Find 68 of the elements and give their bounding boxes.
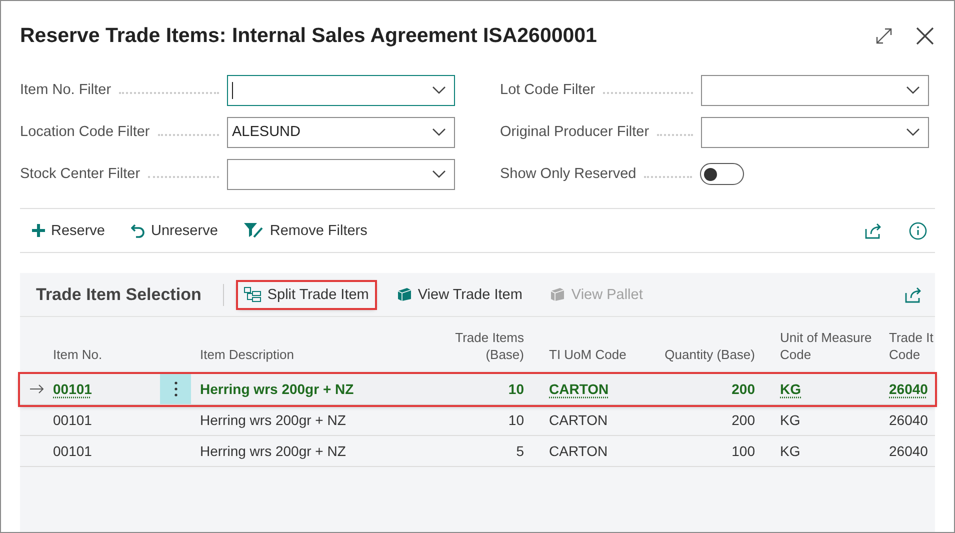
chevron-down-icon[interactable] [906, 128, 920, 136]
cube-icon [550, 287, 566, 302]
table-cell-text: 200 [730, 412, 755, 428]
table-cell-text: 10 [507, 412, 524, 428]
field-label: Show Only Reserved [500, 166, 636, 182]
dropdown-field[interactable] [227, 158, 455, 190]
table-cell-text: Herring wrs 200gr + NZ [199, 443, 347, 459]
table-cell-text: 00101 [53, 412, 93, 428]
share-icon[interactable] [905, 286, 923, 302]
table-cell-text: CARTON [548, 443, 609, 459]
cube-icon [396, 287, 412, 302]
field-label: Original Producer Filter [500, 124, 650, 140]
table-row[interactable]: 00101 Herring wrs 200gr + NZ 10 CARTON 200 KG 26040 [20, 405, 935, 436]
table-cell-text: 5 [515, 443, 524, 459]
share-icon[interactable] [865, 222, 883, 238]
column-header[interactable]: Unit of Measure Code [755, 328, 886, 374]
table-cell-text: Herring wrs 200gr + NZ [199, 381, 355, 397]
table-cell-text: CARTON [548, 381, 610, 397]
toggle-switch[interactable] [700, 163, 744, 185]
action-button[interactable]: Reserve [32, 218, 111, 242]
info-icon[interactable] [909, 222, 927, 240]
column-header[interactable]: Trade It Code [886, 328, 936, 374]
table-cell-text: 26040 [888, 381, 929, 397]
column-header[interactable]: Item Description [191, 346, 441, 374]
arrow-right-icon [30, 384, 44, 394]
field-label: Stock Center Filter [20, 166, 140, 182]
window-title: Reserve Trade Items: Internal Sales Agreement ISA2600001 [20, 24, 598, 48]
table-cell-text: 100 [730, 443, 755, 459]
table-cell-text: 26040 [888, 412, 929, 428]
table-cell-text: 00101 [53, 443, 93, 459]
chevron-down-icon[interactable] [432, 86, 446, 94]
dropdown-field[interactable] [701, 74, 929, 106]
table-cell-text: Herring wrs 200gr + NZ [199, 412, 347, 428]
action-button[interactable]: Remove Filters [244, 218, 374, 243]
table-cell-text: 200 [730, 381, 755, 397]
expand-icon[interactable] [875, 27, 893, 45]
chevron-down-icon[interactable] [906, 86, 920, 94]
filter-icon [244, 222, 264, 239]
action-button[interactable]: View Trade Item [390, 282, 528, 308]
table-cell-text: KG [779, 412, 802, 428]
table-cell-text: CARTON [548, 412, 609, 428]
split-icon [244, 287, 262, 302]
table-cell-text: KG [779, 443, 802, 459]
field-label: Location Code Filter [20, 124, 150, 140]
chevron-down-icon[interactable] [432, 170, 446, 178]
table-cell-text: 00101 [53, 381, 93, 397]
table-row[interactable]: 00101 Herring wrs 200gr + NZ 5 CARTON 100 KG 26040 [20, 436, 935, 467]
column-header[interactable]: Quantity (Base) [641, 346, 755, 374]
action-button[interactable]: Unreserve [131, 218, 224, 242]
part-title: Trade Item Selection [36, 284, 202, 304]
close-icon[interactable] [915, 26, 935, 46]
column-header[interactable]: Item No. [53, 346, 160, 374]
dropdown-field[interactable] [227, 74, 455, 106]
column-header[interactable]: Trade Items (Base) [441, 328, 524, 374]
field-label: Lot Code Filter [500, 82, 596, 98]
table-row[interactable]: 00101 Herring wrs 200gr + NZ 10 CARTON 200 KG 26040 [20, 374, 935, 405]
table-cell-text: 10 [507, 381, 524, 397]
field-label: Item No. Filter [20, 82, 112, 98]
dropdown-field[interactable]: ALESUND [227, 116, 455, 148]
dropdown-field[interactable] [701, 116, 929, 148]
table-cell-text: 26040 [888, 443, 929, 459]
plus-icon [32, 224, 45, 237]
column-header[interactable]: TI UoM Code [524, 346, 641, 374]
more-icon[interactable] [174, 381, 178, 397]
action-button[interactable]: Split Trade Item [238, 282, 375, 308]
table-cell-text: KG [779, 381, 802, 397]
chevron-down-icon[interactable] [432, 128, 446, 136]
undo-icon [131, 224, 145, 238]
